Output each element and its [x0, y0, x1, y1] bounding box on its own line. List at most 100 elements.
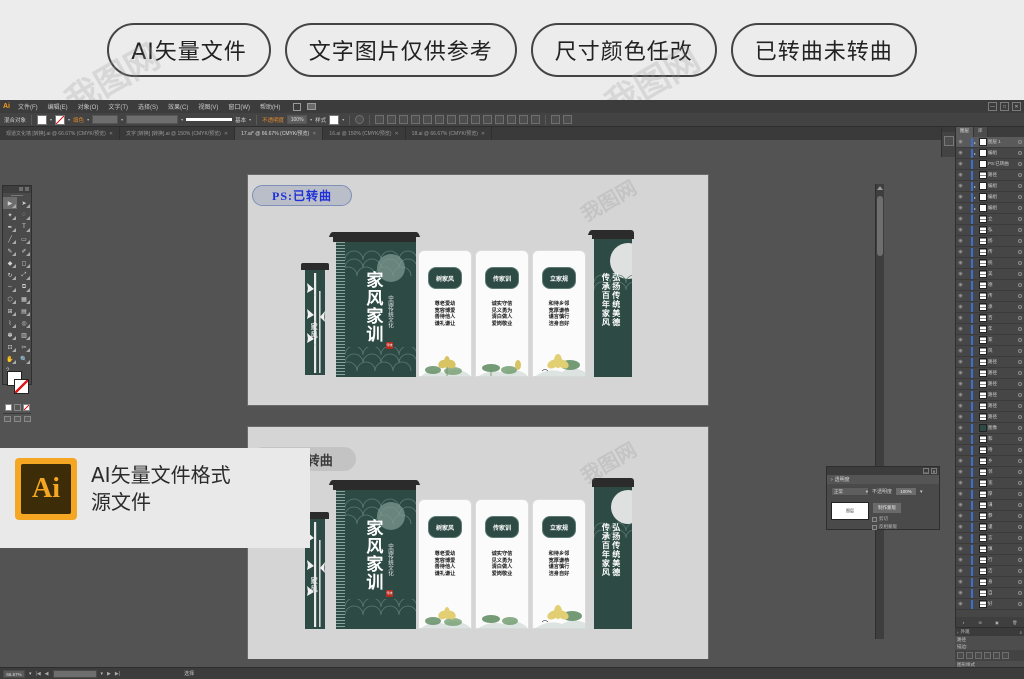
canvas-area[interactable]: PS:已转曲 家风 家风家训 中国传统文化 传统 树家风 尊老爱幼 宽容博爱 善… [34, 142, 884, 659]
minimize-button[interactable]: — [988, 102, 997, 111]
layer-name[interactable]: 年 [988, 326, 1017, 332]
appearance-stroke-row[interactable]: 描边: [955, 643, 1024, 650]
layer-visibility-icon[interactable]: ◉ [957, 304, 964, 310]
layer-row[interactable]: ◉ 厚 [956, 489, 1024, 500]
layer-row[interactable]: ◉ 身 [956, 577, 1024, 588]
layer-name[interactable]: 路径 [988, 403, 1017, 409]
canvas-vertical-scrollbar[interactable] [875, 184, 884, 639]
layer-row[interactable]: ◉ 待 [956, 445, 1024, 456]
close-icon[interactable]: ✕ [109, 131, 113, 137]
layer-name[interactable]: 乡 [988, 458, 1017, 464]
layer-name[interactable]: 家 [988, 337, 1017, 343]
zoom-level-field[interactable]: 66.67% [3, 669, 25, 678]
layer-row[interactable]: ◉ 恭 [956, 511, 1024, 522]
blend-mode-select[interactable]: 正常 ▾ [831, 487, 869, 496]
document-setup-icon[interactable] [551, 115, 561, 124]
menu-edit[interactable]: 编辑(E) [43, 102, 73, 111]
layer-visibility-icon[interactable]: ◉ [957, 502, 964, 508]
layer-target-icon[interactable] [1018, 602, 1022, 606]
layer-row[interactable]: ◉ 路径 [956, 357, 1024, 368]
chevron-down-icon[interactable]: ▾ [101, 671, 104, 677]
layer-name[interactable]: 路径 [988, 172, 1017, 178]
layer-target-icon[interactable] [1018, 305, 1022, 309]
close-button[interactable]: ✕ [1012, 102, 1021, 111]
make-mask-button[interactable]: 制作蒙版 [872, 502, 902, 514]
layer-name[interactable]: 传 [988, 249, 1017, 255]
layer-visibility-icon[interactable]: ◉ [957, 260, 964, 266]
mesh-tool[interactable]: ⊞ [3, 305, 17, 317]
shape-builder-tool[interactable]: ⬡ [3, 293, 17, 305]
layer-target-icon[interactable] [1018, 503, 1022, 507]
layer-visibility-icon[interactable]: ◉ [957, 546, 964, 552]
layer-name[interactable]: 美 [988, 271, 1017, 277]
layer-row[interactable]: ◉ ▸ 图层 1 [956, 137, 1024, 148]
layer-row[interactable]: ◉ PS:已转曲 [956, 159, 1024, 170]
layer-visibility-icon[interactable]: ◉ [957, 249, 964, 255]
layer-visibility-icon[interactable]: ◉ [957, 491, 964, 497]
align-left-icon[interactable] [387, 115, 397, 124]
graphic-style-swatch[interactable] [329, 114, 340, 125]
layer-disclosure-triangle[interactable]: ▸ [974, 151, 978, 156]
layer-name[interactable]: 百 [988, 315, 1017, 321]
layer-visibility-icon[interactable]: ◉ [957, 337, 964, 343]
menu-select[interactable]: 选择(S) [133, 102, 163, 111]
distribute-h-icon[interactable] [459, 115, 469, 124]
layer-row[interactable]: ◉ 图像 [956, 423, 1024, 434]
opacity-value[interactable]: 100% [287, 115, 308, 124]
layer-target-icon[interactable] [1018, 195, 1022, 199]
layer-row[interactable]: ◉ 路径 [956, 390, 1024, 401]
layer-row[interactable]: ◉ 慎 [956, 544, 1024, 555]
appearance-header[interactable]: › 外观 ⌕ [955, 628, 1024, 636]
layer-visibility-icon[interactable]: ◉ [957, 590, 964, 596]
layer-target-icon[interactable] [1018, 371, 1022, 375]
layer-row[interactable]: ◉ 好 [956, 599, 1024, 610]
layer-row[interactable]: ◉ ▸ 编组 [956, 181, 1024, 192]
chevron-down-icon[interactable]: ▾ [68, 117, 70, 122]
layer-row[interactable]: ◉ 年 [956, 324, 1024, 335]
artboard-tool[interactable]: ⊡ [3, 341, 17, 353]
eyedropper-tool[interactable]: ⌇ [3, 317, 17, 329]
layer-target-icon[interactable] [1018, 239, 1022, 243]
layer-target-icon[interactable] [1018, 228, 1022, 232]
layer-target-icon[interactable] [1018, 217, 1022, 221]
document-tab[interactable]: 16.ai @ 150% (CMYK/预览) ✕ [323, 127, 406, 140]
document-tab-active[interactable]: 17.ai* @ 66.67% (CMYK/预览) ✕ [235, 127, 324, 140]
artboard-top[interactable]: PS:已转曲 家风 家风家训 中国传统文化 传统 树家风 尊老爱幼 宽容博爱 善… [248, 175, 708, 405]
layer-name[interactable]: 传 [988, 293, 1017, 299]
layer-target-icon[interactable] [1018, 415, 1022, 419]
layer-row[interactable]: ◉ 谦 [956, 500, 1024, 511]
menu-file[interactable]: 文件(F) [13, 102, 43, 111]
chevron-down-icon[interactable]: ▾ [342, 117, 344, 122]
layer-row[interactable]: ◉ 百 [956, 313, 1024, 324]
transparency-tab[interactable]: › 透明度 [827, 475, 939, 484]
layer-visibility-icon[interactable]: ◉ [957, 579, 964, 585]
free-transform-tool[interactable]: ⧉ [17, 281, 31, 293]
layer-name[interactable]: 厚 [988, 491, 1017, 497]
layer-visibility-icon[interactable]: ◉ [957, 425, 964, 431]
direct-selection-tool[interactable]: ➤ [17, 197, 31, 209]
artboard-number-field[interactable] [52, 669, 97, 678]
chevron-down-icon[interactable]: ▾ [249, 117, 251, 122]
workspace-switcher-icon[interactable] [307, 103, 317, 110]
opacity-input[interactable]: 100% [895, 487, 918, 496]
layer-visibility-icon[interactable]: ◉ [957, 359, 964, 365]
slice-tool[interactable]: ✂ [17, 341, 31, 353]
tab-libraries[interactable]: 库 [974, 127, 988, 137]
type-tool[interactable]: T [17, 221, 31, 233]
layer-name[interactable]: 统 [988, 260, 1017, 266]
layer-visibility-icon[interactable]: ◉ [957, 205, 964, 211]
layer-row[interactable]: ◉ 风 [956, 346, 1024, 357]
artboard-nav-first[interactable]: |◀ [36, 671, 41, 677]
layer-row[interactable]: ◉ ▸ 编组 [956, 203, 1024, 214]
align-bottom-icon[interactable] [447, 115, 457, 124]
artboard-nav-prev[interactable]: ◀ [45, 671, 49, 677]
layer-row[interactable]: ◉ 德 [956, 280, 1024, 291]
layer-visibility-icon[interactable]: ◉ [957, 403, 964, 409]
fill-swatch[interactable] [37, 114, 48, 125]
layer-name[interactable]: 扬 [988, 238, 1017, 244]
layer-target-icon[interactable] [1018, 591, 1022, 595]
layer-target-icon[interactable] [1018, 349, 1022, 353]
layer-visibility-icon[interactable]: ◉ [957, 161, 964, 167]
align-center-icon[interactable] [399, 115, 409, 124]
layer-name[interactable]: 洁 [988, 568, 1017, 574]
